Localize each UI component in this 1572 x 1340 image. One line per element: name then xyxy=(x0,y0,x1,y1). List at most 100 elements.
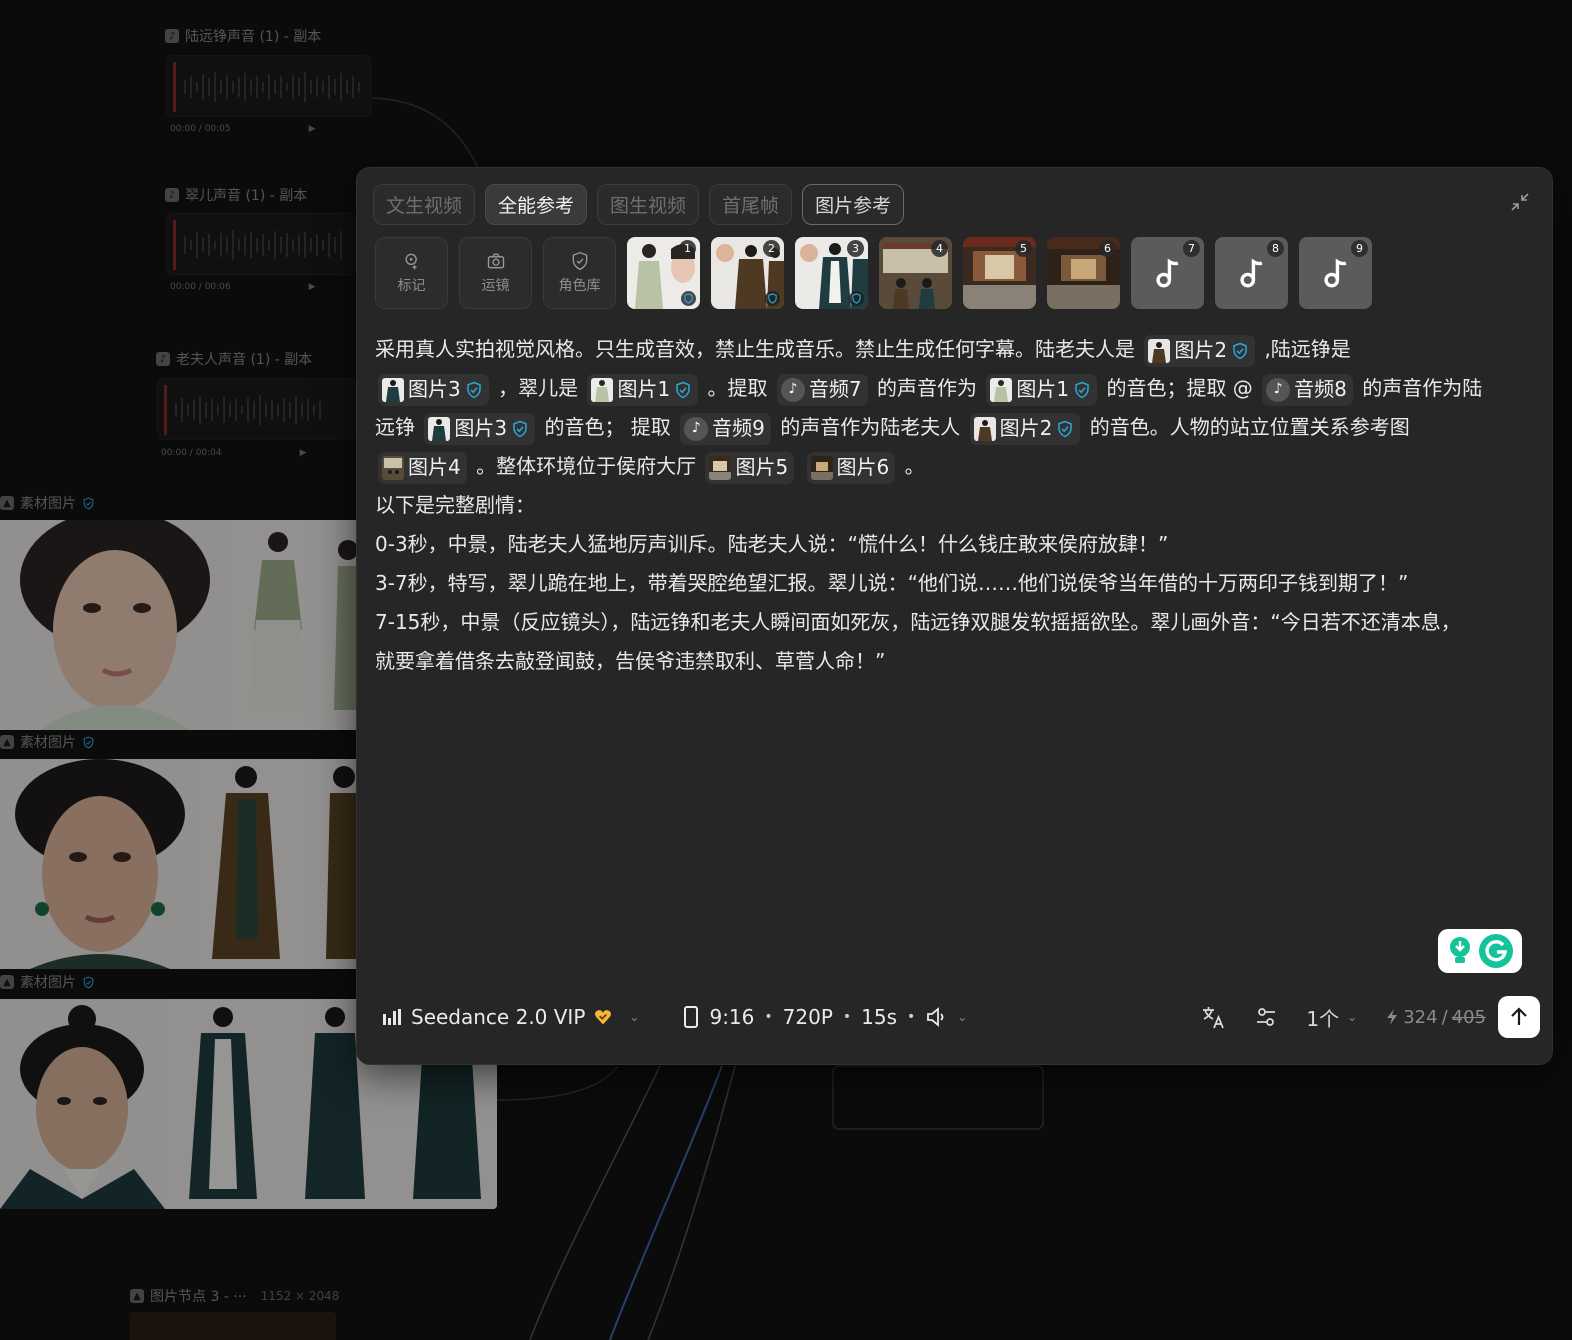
audio-waveform-card[interactable] xyxy=(166,213,356,275)
reference-audio-7[interactable]: 7 xyxy=(1131,237,1204,309)
camera-icon xyxy=(487,253,504,269)
mention-chip-image-1[interactable]: 图片1 xyxy=(986,373,1098,406)
music-note-icon: ♪ xyxy=(165,29,179,43)
mention-chip-image-5[interactable]: 图片5 xyxy=(705,451,795,484)
mention-chip-audio-9[interactable]: ♪ 音频9 xyxy=(680,412,771,445)
waveform-graphic xyxy=(184,230,342,260)
mention-chip-audio-8[interactable]: ♪ 音频8 xyxy=(1262,373,1353,406)
image-thumbnail-icon xyxy=(810,455,833,480)
mark-icon xyxy=(405,253,417,270)
bars-chart-icon xyxy=(383,1009,401,1025)
image-thumbnail-icon xyxy=(990,377,1013,402)
reference-image-5[interactable]: 5 xyxy=(963,237,1036,309)
chevron-down-icon: ⌄ xyxy=(1347,1010,1358,1024)
chevron-down-icon: ⌄ xyxy=(957,1010,968,1024)
portrait-photo xyxy=(0,520,230,730)
generation-panel: 文生视频 全能参考 图生视频 首尾帧 图片参考 标记 运镜 角色库 1 2 3 … xyxy=(356,167,1553,1065)
audio-waveform-card[interactable] xyxy=(166,55,371,117)
play-icon[interactable]: ▶ xyxy=(309,124,316,134)
image-node-title: ▲ 图片节点 3 - ··· 1152 × 2048 xyxy=(130,1286,339,1306)
image-node-title: ▲ 素材图片 xyxy=(0,493,95,513)
full-body-photo xyxy=(230,520,356,730)
camera-move-button[interactable]: 运镜 xyxy=(459,237,532,309)
verified-shield-icon xyxy=(513,420,527,437)
reference-image-6[interactable]: 6 xyxy=(1047,237,1120,309)
mode-tabs: 文生视频 全能参考 图生视频 首尾帧 图片参考 xyxy=(373,184,905,225)
send-button[interactable] xyxy=(1498,996,1540,1038)
reference-image-2[interactable]: 2 xyxy=(711,237,784,309)
music-note-icon: ♪ xyxy=(780,377,805,402)
play-icon[interactable]: ▶ xyxy=(309,282,316,292)
audio-timecode: 00:00 / 00:06 ▶ xyxy=(170,282,316,292)
tab-image-to-video[interactable]: 图生视频 xyxy=(597,184,700,225)
music-note-icon xyxy=(1323,258,1346,288)
verified-shield-icon xyxy=(83,497,94,510)
prompt-editor[interactable]: 采用真人实拍视觉风格。只生成音效，禁止生成音乐。禁止生成任何字幕。陆老夫人是 图… xyxy=(375,330,1535,681)
image-node-preview[interactable] xyxy=(130,1312,336,1340)
lightning-icon xyxy=(1387,1009,1398,1025)
lightbulb-icon xyxy=(1450,937,1470,963)
image-thumbnail-icon xyxy=(709,455,732,480)
collapse-icon[interactable] xyxy=(1508,190,1532,214)
play-icon[interactable]: ▶ xyxy=(300,448,307,458)
audio-node-title: ♪ 翠儿声音 (1) - 副本 xyxy=(165,185,307,205)
reference-audio-8[interactable]: 8 xyxy=(1215,237,1288,309)
translate-icon[interactable] xyxy=(1200,1004,1226,1030)
tab-first-last-frame[interactable]: 首尾帧 xyxy=(709,184,793,225)
full-body-photo xyxy=(198,759,356,969)
mention-chip-audio-7[interactable]: ♪ 音频7 xyxy=(776,373,868,406)
reference-image-3[interactable]: 3 xyxy=(795,237,868,309)
credits-counter: 324 / 405 xyxy=(1385,1007,1486,1028)
generation-settings-bar: Seedance 2.0 VIP ⌄ 9:16 • 720P • 15s • ⌄ xyxy=(381,996,1540,1038)
waveform-graphic xyxy=(184,72,360,102)
image-icon: ▲ xyxy=(0,735,14,749)
mention-chip-image-4[interactable]: 图片4 xyxy=(378,451,467,484)
music-note-icon: ♪ xyxy=(156,352,170,366)
mark-button[interactable]: 标记 xyxy=(375,237,448,309)
image-icon: ▲ xyxy=(130,1289,144,1303)
image-thumbnail-icon xyxy=(591,377,614,402)
mention-chip-image-1[interactable]: 图片1 xyxy=(587,373,699,406)
verified-shield-icon xyxy=(681,291,696,306)
image-icon: ▲ xyxy=(0,496,14,510)
portrait-photo xyxy=(0,999,165,1209)
music-note-icon xyxy=(1239,258,1262,288)
tab-image-reference[interactable]: 图片参考 xyxy=(802,184,905,225)
verified-shield-icon xyxy=(83,736,94,749)
portrait-photo xyxy=(0,759,198,969)
mention-chip-image-3[interactable]: 图片3 xyxy=(378,373,489,406)
shield-icon xyxy=(572,251,587,271)
image-thumbnail-icon xyxy=(382,377,404,402)
tab-text-to-video[interactable]: 文生视频 xyxy=(373,184,476,225)
reference-audio-9[interactable]: 9 xyxy=(1299,237,1372,309)
mention-chip-image-3[interactable]: 图片3 xyxy=(424,412,536,445)
verified-shield-icon xyxy=(1075,381,1089,398)
arrow-up-icon xyxy=(1511,1007,1527,1025)
output-count-selector[interactable]: 1个 ⌄ xyxy=(1306,1003,1357,1032)
music-note-icon: ♪ xyxy=(1266,377,1291,402)
chevron-down-icon: ⌄ xyxy=(629,1010,640,1024)
character-sheet-image[interactable] xyxy=(0,520,356,730)
model-selector[interactable]: Seedance 2.0 VIP ⌄ xyxy=(381,1005,639,1029)
mention-chip-image-6[interactable]: 图片6 xyxy=(806,451,896,484)
settings-sliders-icon[interactable] xyxy=(1254,1005,1278,1029)
vip-heart-icon xyxy=(595,1010,612,1025)
character-library-button[interactable]: 角色库 xyxy=(543,237,616,309)
image-thumbnail-icon xyxy=(428,416,451,441)
tab-omni-reference[interactable]: 全能参考 xyxy=(485,184,588,225)
reference-image-4[interactable]: 4 xyxy=(879,237,952,309)
grammarly-g-icon xyxy=(1479,934,1513,968)
mention-chip-image-2[interactable]: 图片2 xyxy=(969,412,1081,445)
verified-shield-icon xyxy=(849,291,864,306)
music-note-icon xyxy=(1155,258,1178,288)
music-note-icon: ♪ xyxy=(684,416,709,441)
image-node-title: ▲ 素材图片 xyxy=(0,732,95,752)
reference-image-1[interactable]: 1 xyxy=(627,237,700,309)
character-sheet-image[interactable] xyxy=(0,759,356,969)
grammarly-widget[interactable] xyxy=(1438,929,1522,973)
image-thumbnail-icon xyxy=(382,455,404,480)
music-note-icon: ♪ xyxy=(165,188,179,202)
mention-chip-image-2[interactable]: 图片2 xyxy=(1144,334,1256,367)
video-params-selector[interactable]: 9:16 • 720P • 15s • ⌄ xyxy=(683,1005,967,1029)
audio-waveform-card[interactable] xyxy=(157,378,356,440)
